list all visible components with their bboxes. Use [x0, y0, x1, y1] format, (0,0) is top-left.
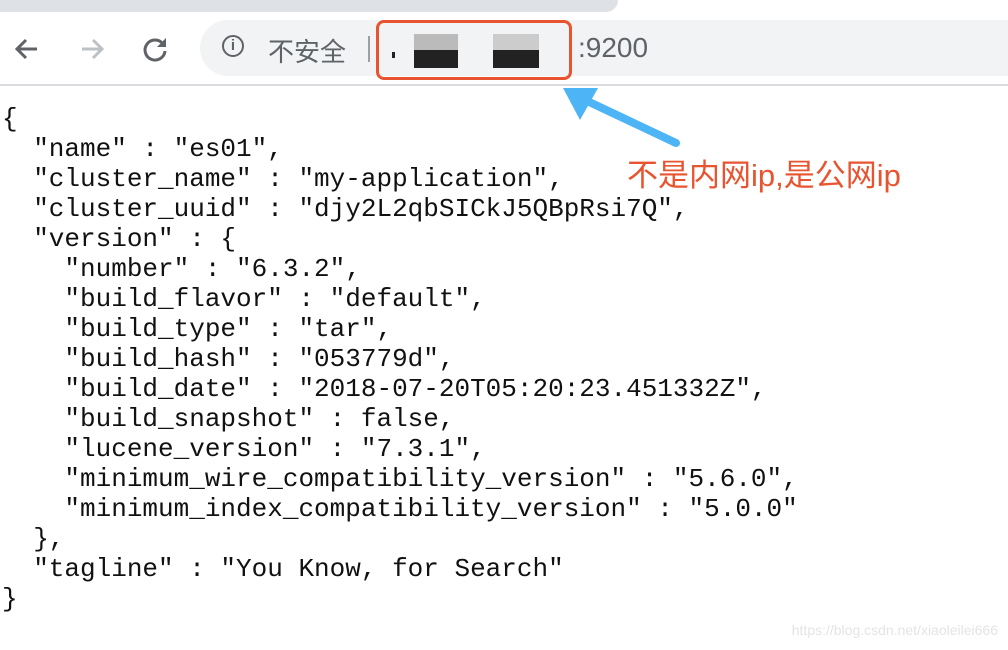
url-port[interactable]: :9200 [578, 32, 648, 64]
forward-button[interactable] [77, 34, 107, 64]
json-line: "lucene_version" : "7.3.1", [2, 434, 486, 464]
json-line: }, [2, 524, 65, 554]
reload-button[interactable] [140, 34, 170, 64]
json-line: "cluster_uuid" : "djy2L2qbSICkJ5QBpRsi7Q… [2, 194, 689, 224]
highlight-box [376, 20, 572, 80]
json-line: "build_flavor" : "default", [2, 284, 486, 314]
back-arrow-icon [14, 38, 37, 60]
separator [368, 36, 370, 62]
tab-strip [0, 0, 618, 12]
json-line: "tagline" : "You Know, for Search" [2, 554, 564, 584]
back-button[interactable] [12, 34, 42, 64]
info-icon[interactable]: i [222, 35, 244, 57]
json-line: { [2, 104, 18, 134]
watermark: https://blog.csdn.net/xiaoleilei666 [791, 622, 998, 638]
json-line: "version" : { [2, 224, 237, 254]
json-line: "number" : "6.3.2", [2, 254, 361, 284]
json-line: "build_date" : "2018-07-20T05:20:23.4513… [2, 374, 767, 404]
json-line: "minimum_index_compatibility_version" : … [2, 494, 798, 524]
json-line: } [2, 584, 18, 614]
json-line: "build_type" : "tar", [2, 314, 393, 344]
forward-arrow-icon [82, 38, 105, 60]
json-line: "build_snapshot" : false, [2, 404, 455, 434]
annotation-text: 不是内网ip,是公网ip [627, 158, 901, 193]
address-bar[interactable]: i 不安全 :9200 [200, 20, 1008, 76]
json-line: "build_hash" : "053779d", [2, 344, 455, 374]
json-line: "minimum_wire_compatibility_version" : "… [2, 464, 798, 494]
reload-icon [143, 38, 167, 62]
security-label[interactable]: 不安全 [268, 32, 346, 69]
